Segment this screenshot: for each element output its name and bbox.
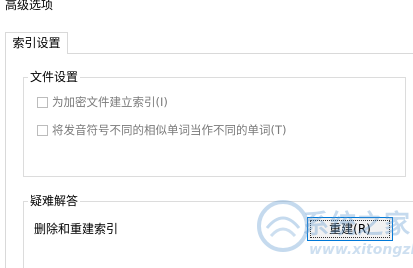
tab-strip: 索引设置 (0, 32, 413, 54)
encrypted-files-option[interactable]: 为加密文件建立索引(I) (37, 94, 168, 110)
tab-index-settings[interactable]: 索引设置 (5, 32, 68, 54)
rebuild-button[interactable]: 重建(R) (307, 217, 393, 241)
troubleshooting-legend: 疑难解答 (28, 193, 81, 209)
diacritics-checkbox[interactable] (37, 124, 48, 136)
file-settings-legend: 文件设置 (28, 69, 81, 85)
diacritics-label: 将发音符号不同的相似单词当作不同的单词(T) (52, 123, 287, 137)
advanced-options-dialog: 高级选项 索引设置 文件设置 为加密文件建立索引(I) 将发音符号不同的相似单词… (0, 0, 413, 268)
rebuild-index-label: 删除和重建索引 (34, 222, 119, 236)
encrypted-files-label: 为加密文件建立索引(I) (52, 95, 168, 109)
window-title: 高级选项 (5, 0, 54, 12)
diacritics-option[interactable]: 将发音符号不同的相似单词当作不同的单词(T) (37, 122, 287, 138)
encrypted-files-checkbox[interactable] (37, 96, 48, 108)
